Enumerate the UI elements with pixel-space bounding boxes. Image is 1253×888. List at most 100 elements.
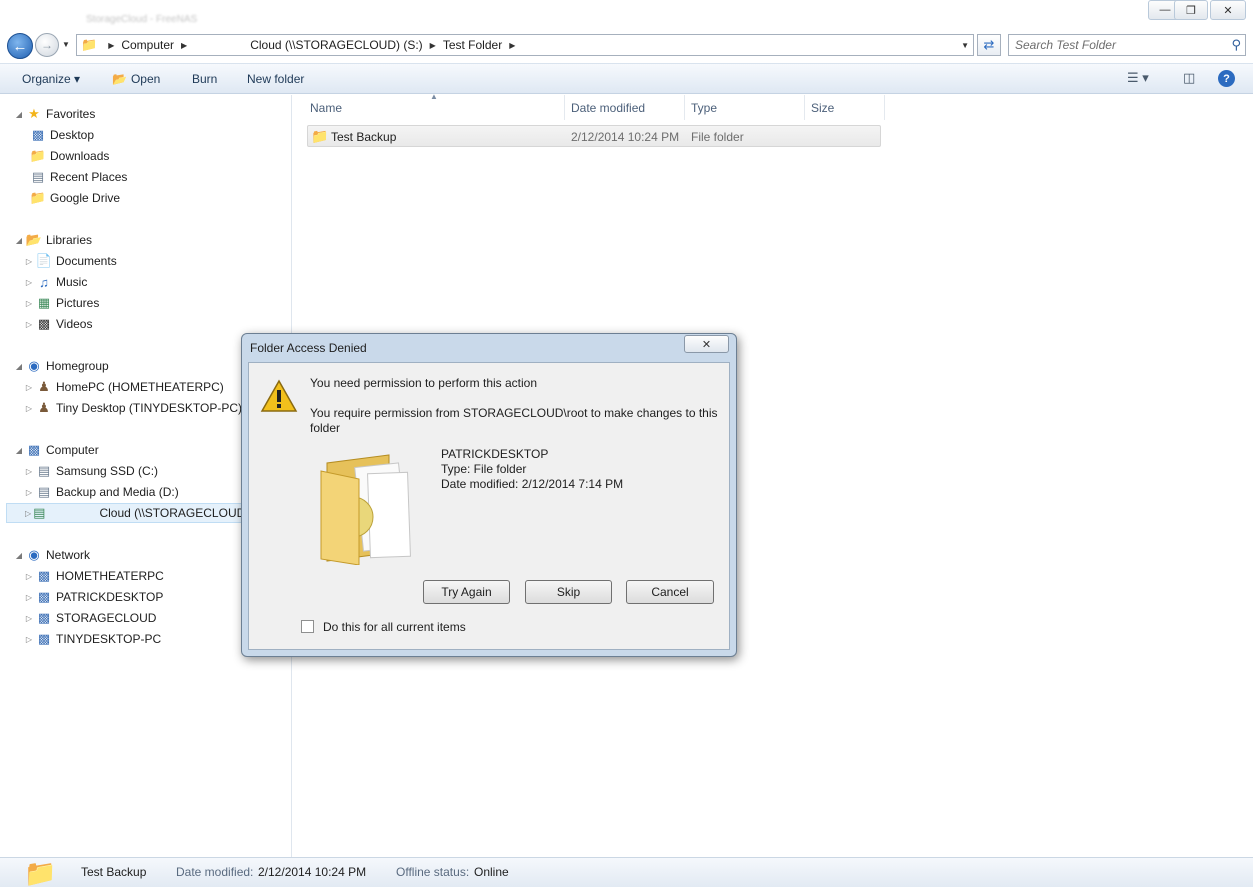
search-icon[interactable]: ⚲: [1231, 37, 1241, 53]
column-header-size[interactable]: Size: [805, 95, 885, 120]
skip-button[interactable]: Skip: [525, 580, 612, 604]
address-bar[interactable]: 📁 ▶ Computer ▶ Cloud (\\STORAGECLOUD) (S…: [76, 34, 974, 56]
tree-hometheaterpc[interactable]: ▷ ▩ HOMETHEATERPC: [24, 566, 164, 586]
collapsed-arrow-icon[interactable]: ▷: [24, 299, 34, 308]
try-again-button[interactable]: Try Again: [423, 580, 510, 604]
tree-drive-d[interactable]: ▷ ▤ Backup and Media (D:): [24, 482, 179, 502]
tree-pictures[interactable]: ▷ ▦ Pictures: [24, 293, 99, 313]
tree-label: PATRICKDESKTOP: [56, 590, 164, 604]
collapsed-arrow-icon[interactable]: ▷: [24, 278, 34, 287]
tree-homepc[interactable]: ▷ ♟ HomePC (HOMETHEATERPC): [24, 377, 224, 397]
tree-label: HomePC (HOMETHEATERPC): [56, 380, 224, 394]
breadcrumb-test-folder[interactable]: Test Folder: [443, 38, 502, 52]
warning-icon: [260, 379, 298, 412]
burn-button[interactable]: Burn: [192, 72, 217, 86]
chevron-right-icon[interactable]: ▶: [509, 41, 515, 50]
tree-patrickdesktop[interactable]: ▷ ▩ PATRICKDESKTOP: [24, 587, 163, 607]
tree-videos[interactable]: ▷ ▩ Videos: [24, 314, 93, 334]
expand-arrow-icon[interactable]: ◢: [14, 551, 24, 560]
details-pane: 📁 Test Backup Date modified: 2/12/2014 1…: [0, 857, 1253, 888]
dialog-close-button[interactable]: ✕: [684, 335, 729, 353]
tree-downloads[interactable]: 📁 Downloads: [28, 146, 109, 166]
open-button[interactable]: 📂 Open: [112, 72, 160, 86]
tree-network-drive-s[interactable]: ▷ ▤ Cloud (\\STORAGECLOUD: [6, 503, 246, 523]
tree-favorites[interactable]: ◢ ★ Favorites: [14, 104, 95, 124]
collapsed-arrow-icon[interactable]: ▷: [24, 257, 34, 266]
tree-tiny-desktop[interactable]: ▷ ♟ Tiny Desktop (TINYDESKTOP-PC): [24, 398, 242, 418]
expand-arrow-icon[interactable]: ◢: [14, 236, 24, 245]
collapsed-arrow-icon[interactable]: ▷: [24, 467, 34, 476]
collapsed-arrow-icon[interactable]: ▷: [24, 593, 34, 602]
close-window-button[interactable]: ✕: [1210, 0, 1246, 20]
window-title-bar: StorageCloud - FreeNAS — ❐ ✕: [0, 0, 1253, 30]
collapsed-arrow-icon[interactable]: ▷: [24, 572, 34, 581]
forward-button[interactable]: →: [35, 33, 59, 57]
item-name: PATRICKDESKTOP: [441, 447, 549, 461]
network-drive-icon: ▤: [33, 505, 46, 520]
refresh-icon: ⇄: [983, 37, 995, 52]
tree-label: Samsung SSD (C:): [56, 464, 159, 478]
recent-places-icon: ▤: [31, 169, 45, 184]
close-icon: ✕: [701, 338, 712, 351]
collapsed-arrow-icon[interactable]: ▷: [24, 320, 34, 329]
collapsed-arrow-icon[interactable]: ▷: [24, 614, 34, 623]
tree-desktop[interactable]: ▩ Desktop: [28, 125, 94, 145]
collapsed-arrow-icon[interactable]: ▷: [24, 488, 34, 497]
tree-network[interactable]: ◢ ◉ Network: [14, 545, 90, 565]
chevron-right-icon[interactable]: ▶: [181, 41, 187, 50]
expand-arrow-icon[interactable]: ◢: [14, 446, 24, 455]
file-date: 2/12/2014 10:24 PM: [571, 130, 680, 144]
tree-tinydesktop-pc[interactable]: ▷ ▩ TINYDESKTOP-PC: [24, 629, 161, 649]
back-button[interactable]: ←: [7, 33, 33, 59]
file-type: File folder: [691, 130, 744, 144]
status-offline-value: Online: [474, 865, 509, 879]
view-options-icon[interactable]: ☰ ▾: [1127, 70, 1149, 86]
downloads-folder-icon: 📁: [29, 148, 47, 163]
refresh-button[interactable]: ⇄: [977, 34, 1001, 56]
tree-storagecloud[interactable]: ▷ ▩ STORAGECLOUD: [24, 608, 157, 628]
preview-pane-icon[interactable]: ◫: [1183, 70, 1195, 86]
do-for-all-checkbox[interactable]: [301, 620, 314, 633]
collapsed-arrow-icon[interactable]: ▷: [24, 635, 34, 644]
address-dropdown-icon[interactable]: ▼: [961, 41, 969, 50]
recent-pages-dropdown[interactable]: ▼: [62, 40, 70, 49]
chevron-right-icon[interactable]: ▶: [430, 41, 436, 50]
breadcrumb-drive[interactable]: Cloud (\\STORAGECLOUD) (S:): [250, 38, 422, 52]
chevron-right-icon[interactable]: ▶: [108, 41, 114, 50]
hard-drive-icon: ▤: [37, 484, 51, 499]
search-input[interactable]: Search Test Folder ⚲: [1008, 34, 1246, 56]
tree-google-drive[interactable]: 📁 Google Drive: [28, 188, 120, 208]
new-folder-button[interactable]: New folder: [247, 72, 304, 86]
tree-label: Documents: [56, 254, 117, 268]
tree-libraries[interactable]: ◢ 📂 Libraries: [14, 230, 92, 250]
tree-computer[interactable]: ◢ ▩ Computer: [14, 440, 99, 460]
expand-arrow-icon[interactable]: ◢: [14, 110, 24, 119]
tree-label: Videos: [56, 317, 93, 331]
table-row[interactable]: 📁 Test Backup 2/12/2014 10:24 PM File fo…: [307, 125, 881, 147]
restore-button[interactable]: ❐: [1174, 0, 1208, 20]
tree-homegroup[interactable]: ◢ ◉ Homegroup: [14, 356, 109, 376]
tree-recent-places[interactable]: ▤ Recent Places: [28, 167, 128, 187]
checkbox-label[interactable]: Do this for all current items: [323, 620, 466, 635]
organize-button[interactable]: Organize ▾: [22, 72, 80, 86]
google-drive-icon: 📁: [29, 190, 47, 205]
hard-drive-icon: ▤: [37, 463, 51, 478]
cancel-button[interactable]: Cancel: [626, 580, 714, 604]
column-header-name[interactable]: Name ▲: [304, 92, 565, 120]
column-header-date[interactable]: Date modified: [565, 95, 685, 120]
tree-label: Backup and Media (D:): [56, 485, 179, 499]
command-bar: Organize ▾ 📂 Open Burn New folder ☰ ▾ ◫ …: [0, 63, 1253, 94]
status-offline-label: Offline status:: [396, 865, 470, 879]
tree-label: Recent Places: [50, 170, 128, 184]
dialog-heading: You need permission to perform this acti…: [310, 376, 538, 390]
column-header-type[interactable]: Type: [685, 95, 805, 120]
help-icon[interactable]: ?: [1218, 70, 1235, 87]
collapsed-arrow-icon[interactable]: ▷: [24, 383, 34, 392]
tree-drive-c[interactable]: ▷ ▤ Samsung SSD (C:): [24, 461, 158, 481]
collapsed-arrow-icon[interactable]: ▷: [25, 509, 31, 518]
expand-arrow-icon[interactable]: ◢: [14, 362, 24, 371]
breadcrumb-computer[interactable]: Computer: [121, 38, 174, 52]
tree-music[interactable]: ▷ ♫ Music: [24, 272, 87, 292]
collapsed-arrow-icon[interactable]: ▷: [24, 404, 34, 413]
tree-documents[interactable]: ▷ 📄 Documents: [24, 251, 117, 271]
